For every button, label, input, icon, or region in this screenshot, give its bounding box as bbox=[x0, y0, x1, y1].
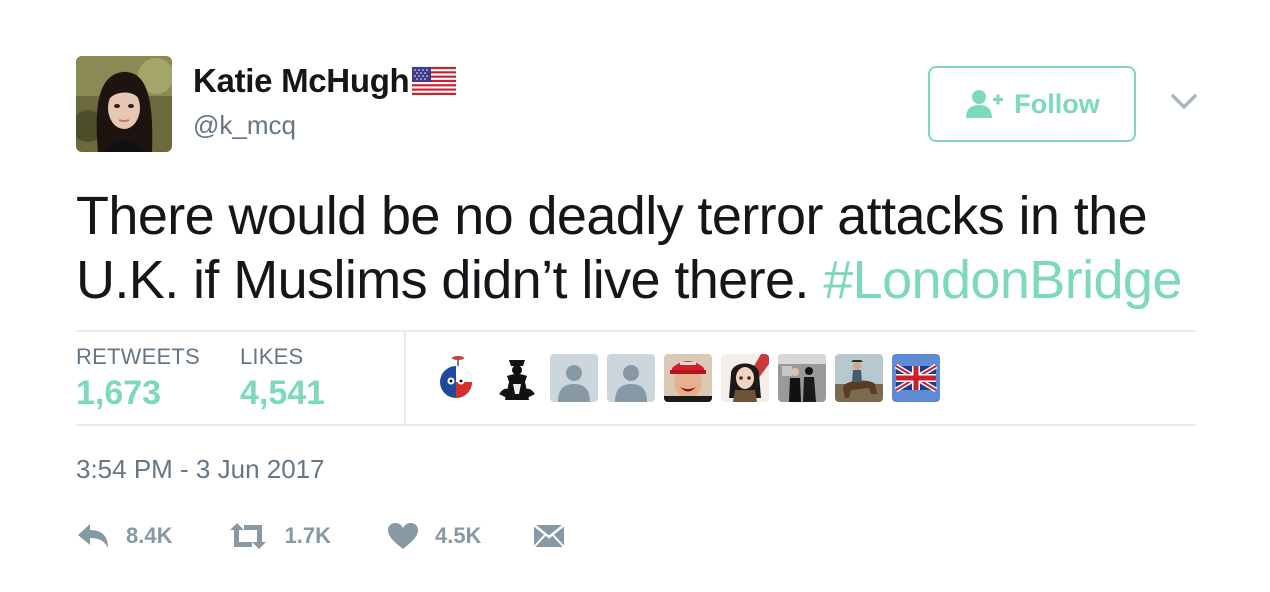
like-button[interactable]: 4.5K bbox=[387, 522, 481, 550]
reply-icon bbox=[76, 522, 110, 550]
liker-avatar-chess-queen[interactable] bbox=[493, 354, 541, 402]
stats-vertical-divider bbox=[404, 332, 406, 424]
liker-avatar-red-cap[interactable] bbox=[664, 354, 712, 402]
direct-message-button[interactable] bbox=[533, 522, 566, 550]
retweet-icon bbox=[228, 522, 268, 550]
reply-count: 8.4K bbox=[126, 523, 173, 548]
liker-avatar-default-user[interactable] bbox=[550, 354, 598, 402]
liker-avatars bbox=[436, 354, 940, 402]
retweets-label: RETWEETS bbox=[76, 344, 200, 369]
retweet-button[interactable]: 1.7K bbox=[228, 522, 331, 550]
liker-avatar-countryball[interactable] bbox=[436, 354, 484, 402]
stats-bottom-divider bbox=[76, 424, 1196, 426]
chevron-down-icon[interactable] bbox=[1170, 92, 1198, 112]
heart-icon bbox=[387, 522, 419, 550]
liker-avatar-couple[interactable] bbox=[778, 354, 826, 402]
tweet: Katie McHugh @k_mcq Follow There would b… bbox=[0, 0, 1270, 592]
likes-stat[interactable]: LIKES 4,541 bbox=[240, 332, 325, 413]
liker-avatar-horse-rider[interactable] bbox=[835, 354, 883, 402]
hashtag-link[interactable]: #LondonBridge bbox=[823, 250, 1182, 310]
tweet-timestamp[interactable]: 3:54 PM - 3 Jun 2017 bbox=[76, 454, 325, 485]
add-user-icon bbox=[964, 89, 1004, 119]
envelope-icon bbox=[533, 522, 566, 550]
tweet-actions: 8.4K 1.7K 4.5K bbox=[76, 516, 566, 556]
display-name[interactable]: Katie McHugh bbox=[193, 62, 457, 100]
profile-avatar[interactable] bbox=[76, 56, 172, 152]
follow-button[interactable]: Follow bbox=[928, 66, 1136, 142]
reply-button[interactable]: 8.4K bbox=[76, 522, 172, 550]
likes-count: 4,541 bbox=[240, 374, 326, 412]
liker-avatar-default-user[interactable] bbox=[607, 354, 655, 402]
us-flag-icon bbox=[412, 65, 457, 97]
tweet-stats: RETWEETS 1,673 LIKES 4,541 bbox=[76, 332, 1196, 424]
likes-label: LIKES bbox=[240, 344, 304, 369]
retweets-stat[interactable]: RETWEETS 1,673 bbox=[76, 332, 200, 413]
follow-button-label: Follow bbox=[1014, 88, 1100, 119]
liker-avatar-union-jack[interactable] bbox=[892, 354, 940, 402]
retweet-count: 1.7K bbox=[284, 523, 331, 548]
display-name-text: Katie McHugh bbox=[193, 62, 410, 99]
retweets-count: 1,673 bbox=[76, 374, 162, 412]
liker-avatar-anime[interactable] bbox=[721, 354, 769, 402]
username[interactable]: @k_mcq bbox=[193, 110, 296, 141]
tweet-text: There would be no deadly terror attacks … bbox=[76, 184, 1206, 312]
like-count: 4.5K bbox=[434, 523, 482, 548]
